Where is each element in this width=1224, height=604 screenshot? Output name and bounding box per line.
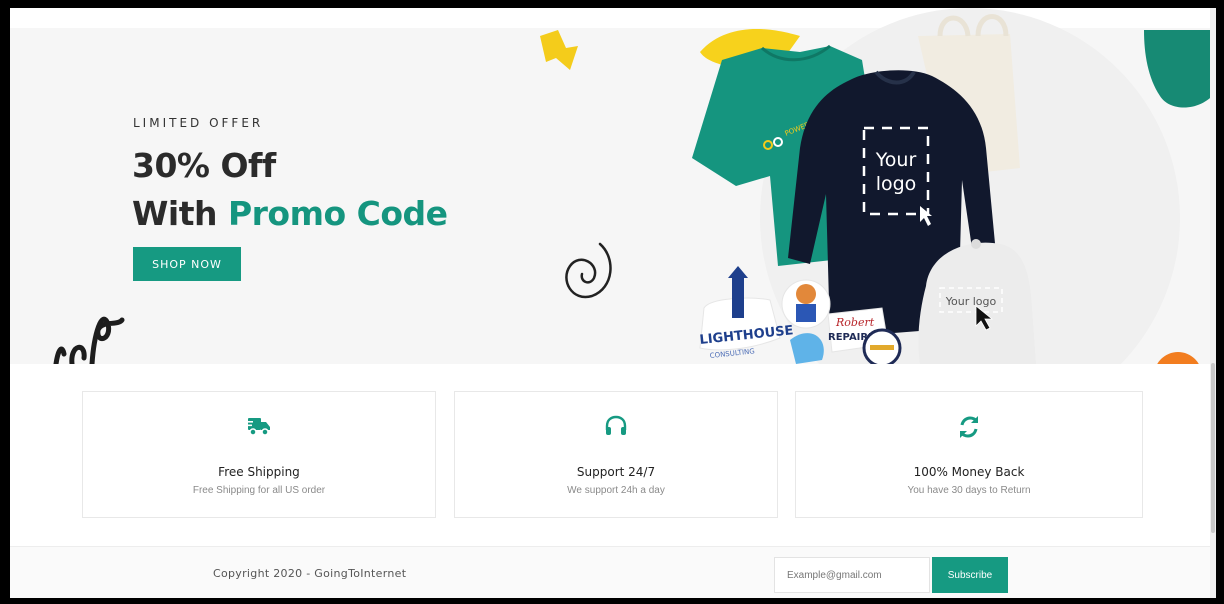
sweatshirt-logo-line2: logo: [876, 173, 917, 195]
newsletter-email-input[interactable]: [774, 557, 930, 593]
spiral-decoration: [565, 242, 612, 299]
offer-title-accent: Promo Code: [227, 194, 448, 233]
orange-blob-decoration: [1157, 352, 1199, 364]
feature-card-support: Support 24/7 We support 24h a day: [454, 391, 778, 518]
copyright-text: Copyright 2020 - GoingToInternet: [213, 567, 407, 580]
feature-title: 100% Money Back: [913, 465, 1025, 479]
offer-kicker: LIMITED OFFER: [133, 116, 264, 130]
yellow-lightning-decoration: [540, 30, 578, 70]
headphones-icon: [455, 414, 777, 442]
subscribe-button[interactable]: Subscribe: [932, 557, 1008, 593]
scribble-decoration: [53, 316, 125, 364]
svg-text:Robert: Robert: [835, 316, 875, 329]
offer-title-line1: 30% Off: [132, 146, 276, 185]
refresh-icon: [796, 414, 1142, 442]
cap-logo-text: Your logo: [945, 295, 997, 308]
hero-banner: POWER UP Your logo Your logo LIGHTHOUSE …: [10, 8, 1216, 364]
feature-description: Free Shipping for all US order: [192, 485, 326, 496]
feature-title: Support 24/7: [576, 465, 656, 479]
offer-title: 30% Off With Promo Code: [132, 142, 448, 238]
truck-icon: [83, 414, 435, 442]
sweatshirt-logo-line1: Your: [875, 149, 917, 171]
scrollbar-thumb[interactable]: [1211, 363, 1215, 533]
feature-card-money-back: 100% Money Back You have 30 days to Retu…: [795, 391, 1143, 518]
page-scrollbar[interactable]: [1210, 8, 1216, 598]
offer-title-prefix: With: [132, 194, 228, 233]
feature-card-shipping: Free Shipping Free Shipping for all US o…: [82, 391, 436, 518]
page-frame: POWER UP Your logo Your logo LIGHTHOUSE …: [10, 8, 1216, 598]
shop-now-button[interactable]: SHOP NOW: [133, 247, 241, 281]
gym-sticker: [862, 328, 902, 364]
green-blob-decoration: [1144, 30, 1216, 108]
feature-title: Free Shipping: [218, 465, 300, 479]
feature-description: We support 24h a day: [567, 485, 665, 496]
feature-description: You have 30 days to Return: [907, 485, 1031, 496]
footer: Copyright 2020 - GoingToInternet Subscri…: [10, 546, 1216, 598]
